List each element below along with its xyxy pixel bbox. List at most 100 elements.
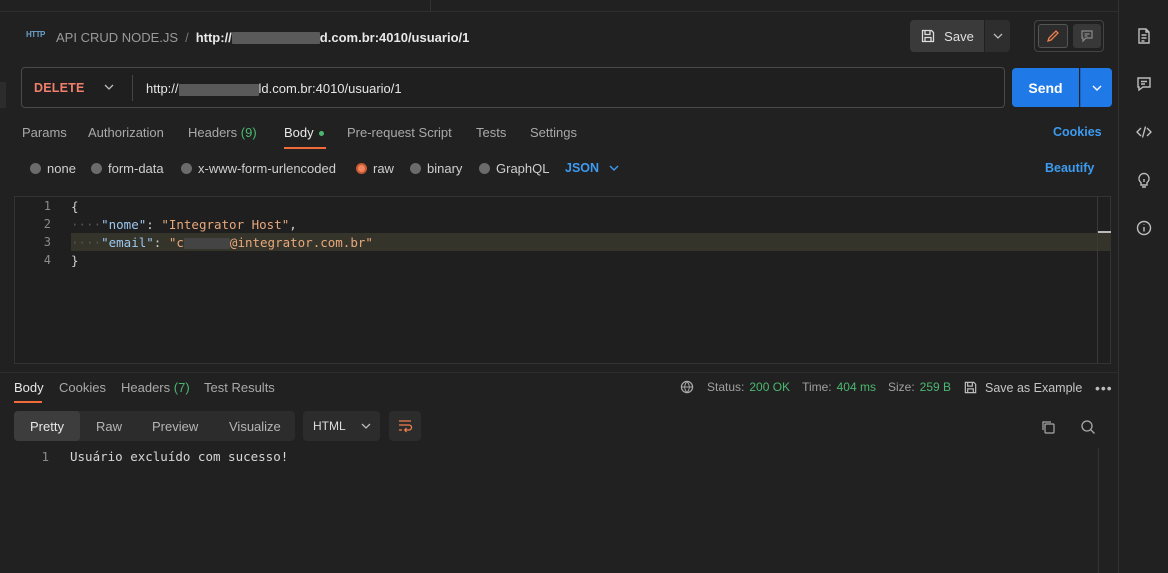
- search-icon[interactable]: [1080, 419, 1096, 435]
- wrap-lines-icon: [399, 420, 413, 433]
- view-preview[interactable]: Preview: [152, 419, 198, 434]
- size-value: 259 B: [919, 380, 952, 394]
- time-value: 404 ms: [836, 380, 876, 394]
- radio-circle-selected: [356, 163, 367, 174]
- lightbulb-icon[interactable]: [1135, 171, 1153, 189]
- chevron-down-icon[interactable]: [104, 82, 114, 92]
- response-body-text: Usuário excluído com sucesso!: [70, 449, 289, 464]
- cookies-link[interactable]: Cookies: [1053, 125, 1102, 139]
- response-tab-body[interactable]: Body: [14, 380, 44, 395]
- response-divider[interactable]: [0, 372, 1118, 373]
- send-button[interactable]: Send: [1012, 68, 1079, 107]
- radio-raw[interactable]: raw: [356, 161, 394, 176]
- redacted-area: [178, 83, 259, 96]
- status-value: 200 OK: [749, 380, 791, 394]
- headers-count: (9): [240, 125, 257, 140]
- edit-mode-button[interactable]: [1038, 24, 1068, 48]
- tab-authorization[interactable]: Authorization: [88, 125, 164, 140]
- tab-pre-request-script[interactable]: Pre-request Script: [347, 125, 452, 140]
- active-tab-underline: [14, 401, 42, 403]
- save-as-example-button[interactable]: Save as Example: [963, 380, 1082, 395]
- breadcrumb: HTTP API CRUD NODE.JS / http://d.com.br:…: [26, 28, 469, 46]
- response-tab-test-results[interactable]: Test Results: [204, 380, 275, 395]
- tab-tests[interactable]: Tests: [476, 125, 506, 140]
- code-line: }: [71, 253, 79, 268]
- comments-icon[interactable]: [1135, 75, 1153, 93]
- redacted-area: [231, 32, 320, 45]
- chevron-down-icon: [1092, 85, 1101, 91]
- sidebar-edge: [0, 82, 6, 108]
- radio-circle: [479, 163, 490, 174]
- body-language-select[interactable]: JSON: [565, 161, 619, 175]
- radio-form-data[interactable]: form-data: [91, 161, 164, 176]
- comment-mode-button[interactable]: [1073, 24, 1101, 48]
- radio-circle: [30, 163, 41, 174]
- send-options-button[interactable]: [1080, 68, 1112, 107]
- active-tab-underline: [284, 147, 326, 149]
- request-name[interactable]: http://d.com.br:4010/usuario/1: [196, 30, 470, 45]
- response-status-bar: Status: 200 OK Time: 404 ms Size: 259 B: [680, 380, 951, 394]
- divider: [132, 75, 133, 101]
- copy-icon[interactable]: [1040, 419, 1056, 435]
- response-tab-cookies[interactable]: Cookies: [59, 380, 106, 395]
- http-icon: HTTP: [26, 30, 45, 39]
- chevron-down-icon: [609, 165, 619, 171]
- code-line: {: [71, 199, 79, 214]
- radio-x-www-form-urlencoded[interactable]: x-www-form-urlencoded: [181, 161, 336, 176]
- globe-icon[interactable]: [680, 380, 694, 394]
- radio-circle: [410, 163, 421, 174]
- tab-headers[interactable]: Headers (9): [188, 125, 257, 140]
- tab-params[interactable]: Params: [22, 125, 67, 140]
- redacted-area: [183, 238, 230, 249]
- line-number: 1: [43, 199, 51, 213]
- breadcrumb-separator: /: [185, 29, 189, 45]
- save-icon: [964, 381, 977, 394]
- method-select[interactable]: DELETE: [34, 81, 85, 95]
- radio-binary[interactable]: binary: [410, 161, 462, 176]
- save-icon: [922, 29, 935, 43]
- request-url-bar: DELETE http://ld.com.br:4010/usuario/1: [21, 67, 1005, 108]
- comment-icon: [1081, 30, 1093, 43]
- beautify-link[interactable]: Beautify: [1045, 161, 1094, 175]
- response-format-select[interactable]: HTML: [303, 411, 380, 441]
- tab-settings[interactable]: Settings: [530, 125, 577, 140]
- save-button[interactable]: Save: [910, 20, 984, 52]
- wrap-lines-button[interactable]: [389, 411, 421, 441]
- response-tab-headers[interactable]: Headers (7): [121, 380, 190, 395]
- open-tab[interactable]: [0, 0, 431, 11]
- response-scrollbar[interactable]: [1098, 448, 1099, 573]
- url-input[interactable]: http://ld.com.br:4010/usuario/1: [146, 81, 402, 96]
- radio-circle: [91, 163, 102, 174]
- tab-body[interactable]: Body: [284, 125, 324, 140]
- editor-scrollbar[interactable]: [1097, 197, 1098, 363]
- view-pretty[interactable]: Pretty: [30, 419, 64, 434]
- info-icon[interactable]: [1135, 219, 1153, 237]
- body-indicator-dot: [318, 131, 324, 137]
- radio-graphql[interactable]: GraphQL: [479, 161, 549, 176]
- line-number: 4: [43, 253, 51, 267]
- line-number: 1: [41, 449, 49, 464]
- request-body-editor[interactable]: 1 2 3 4 { ····"nome": "Integrator Host",…: [14, 196, 1111, 364]
- pencil-icon: [1046, 30, 1059, 43]
- documentation-icon[interactable]: [1135, 27, 1153, 45]
- view-visualize[interactable]: Visualize: [229, 419, 281, 434]
- radio-none[interactable]: none: [30, 161, 76, 176]
- code-icon[interactable]: [1135, 123, 1153, 141]
- save-options-button[interactable]: [985, 20, 1010, 52]
- chevron-down-icon: [361, 423, 371, 429]
- save-label: Save: [944, 28, 974, 44]
- view-raw[interactable]: Raw: [96, 419, 122, 434]
- headers-count: (7): [173, 380, 190, 395]
- top-tab-strip: [0, 0, 1118, 12]
- code-line: ····"nome": "Integrator Host",: [71, 217, 297, 232]
- response-view-selector: Pretty Raw Preview Visualize: [14, 411, 295, 441]
- line-number: 3: [43, 235, 51, 249]
- scroll-marker: [1098, 231, 1111, 233]
- code-line: ····"email": "c @integrator.com.br": [71, 235, 373, 250]
- more-options-icon[interactable]: •••: [1095, 381, 1113, 395]
- line-number: 2: [43, 217, 51, 231]
- view-mode-toggle: [1034, 20, 1104, 52]
- collection-name[interactable]: API CRUD NODE.JS: [56, 30, 178, 45]
- right-sidebar: [1118, 0, 1168, 573]
- chevron-down-icon: [993, 33, 1002, 39]
